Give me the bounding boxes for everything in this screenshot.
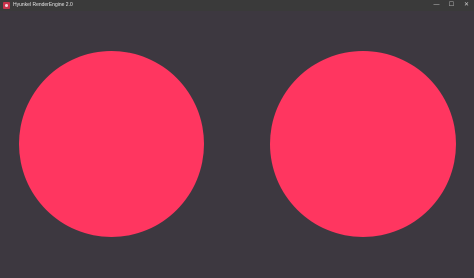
render-viewport[interactable] bbox=[0, 11, 474, 278]
app-logo-icon bbox=[3, 2, 10, 9]
app-window: Hyunkel RenderEngine 2.0 — ☐ ✕ bbox=[0, 0, 474, 278]
title-bar[interactable]: Hyunkel RenderEngine 2.0 — ☐ ✕ bbox=[0, 0, 474, 11]
window-controls: — ☐ ✕ bbox=[429, 0, 474, 11]
minimize-icon[interactable]: — bbox=[429, 0, 444, 11]
close-icon[interactable]: ✕ bbox=[459, 0, 474, 11]
left-circle bbox=[19, 51, 204, 237]
maximize-icon[interactable]: ☐ bbox=[444, 0, 459, 11]
right-circle bbox=[270, 51, 456, 237]
window-title: Hyunkel RenderEngine 2.0 bbox=[13, 2, 73, 8]
